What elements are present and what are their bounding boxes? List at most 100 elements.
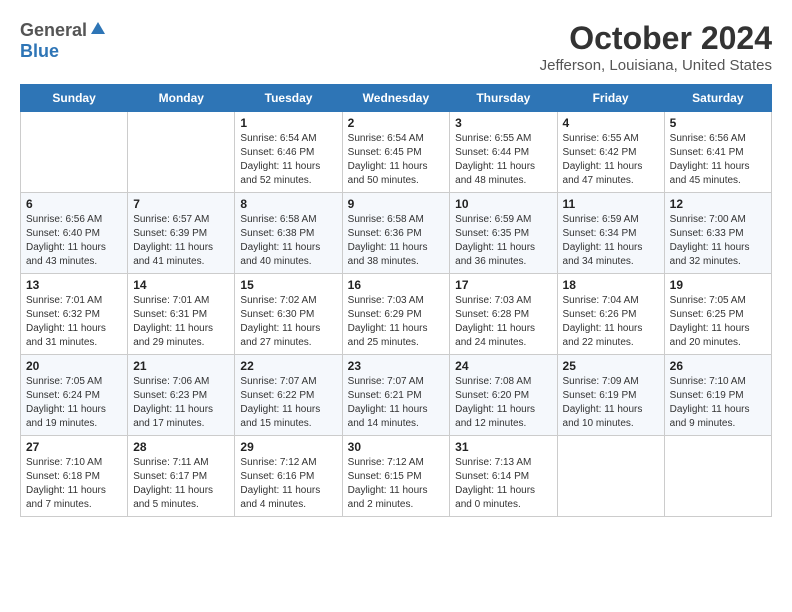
- day-header-wednesday: Wednesday: [342, 85, 450, 112]
- day-number: 5: [670, 116, 766, 130]
- day-info-text: Sunrise: 6:58 AM: [348, 213, 445, 227]
- day-info-text: Sunset: 6:36 PM: [348, 227, 445, 241]
- logo-general: General: [20, 20, 87, 41]
- calendar-cell: 9Sunrise: 6:58 AMSunset: 6:36 PMDaylight…: [342, 193, 450, 274]
- day-info-text: Sunset: 6:32 PM: [26, 308, 122, 322]
- day-info-text: Sunrise: 6:59 AM: [455, 213, 551, 227]
- day-info-text: Daylight: 11 hours and 36 minutes.: [455, 241, 551, 269]
- week-row-5: 27Sunrise: 7:10 AMSunset: 6:18 PMDayligh…: [21, 436, 772, 517]
- day-number: 29: [240, 440, 336, 454]
- day-header-saturday: Saturday: [664, 85, 771, 112]
- logo: General Blue: [20, 20, 106, 62]
- day-number: 10: [455, 197, 551, 211]
- day-info-text: Sunrise: 7:00 AM: [670, 213, 766, 227]
- day-info-text: Sunrise: 6:56 AM: [26, 213, 122, 227]
- day-info-text: Sunset: 6:35 PM: [455, 227, 551, 241]
- calendar-cell: 17Sunrise: 7:03 AMSunset: 6:28 PMDayligh…: [450, 274, 557, 355]
- logo-blue: Blue: [20, 41, 59, 61]
- calendar-cell: 22Sunrise: 7:07 AMSunset: 6:22 PMDayligh…: [235, 355, 342, 436]
- day-info-text: Sunset: 6:28 PM: [455, 308, 551, 322]
- day-number: 11: [563, 197, 659, 211]
- day-info-text: Sunset: 6:30 PM: [240, 308, 336, 322]
- day-info-text: Sunrise: 7:03 AM: [348, 294, 445, 308]
- calendar-cell: 1Sunrise: 6:54 AMSunset: 6:46 PMDaylight…: [235, 112, 342, 193]
- day-info-text: Sunset: 6:25 PM: [670, 308, 766, 322]
- day-info-text: Daylight: 11 hours and 20 minutes.: [670, 322, 766, 350]
- day-info-text: Daylight: 11 hours and 29 minutes.: [133, 322, 229, 350]
- day-number: 17: [455, 278, 551, 292]
- day-number: 18: [563, 278, 659, 292]
- day-info-text: Daylight: 11 hours and 40 minutes.: [240, 241, 336, 269]
- day-number: 13: [26, 278, 122, 292]
- calendar-cell: [128, 112, 235, 193]
- calendar-title: October 2024: [540, 20, 772, 57]
- day-info-text: Daylight: 11 hours and 2 minutes.: [348, 484, 445, 512]
- page-header: General Blue October 2024 Jefferson, Lou…: [20, 20, 772, 74]
- day-info-text: Daylight: 11 hours and 22 minutes.: [563, 322, 659, 350]
- day-info-text: Sunset: 6:44 PM: [455, 146, 551, 160]
- calendar-cell: 31 Sunrise: 7:13 AMSunset: 6:14 PMDayligh…: [450, 436, 557, 517]
- day-number: 6: [26, 197, 122, 211]
- day-number: 19: [670, 278, 766, 292]
- calendar-cell: 8Sunrise: 6:58 AMSunset: 6:38 PMDaylight…: [235, 193, 342, 274]
- day-info-text: Sunset: 6:33 PM: [670, 227, 766, 241]
- day-info-text: Daylight: 11 hours and 17 minutes.: [133, 403, 229, 431]
- day-info-text: Daylight: 11 hours and 48 minutes.: [455, 160, 551, 188]
- day-info-text: Sunrise: 7:12 AM: [240, 456, 336, 470]
- day-number: 7: [133, 197, 229, 211]
- day-info-text: Daylight: 11 hours and 25 minutes.: [348, 322, 445, 350]
- day-info-text: Daylight: 11 hours and 31 minutes.: [26, 322, 122, 350]
- day-number: 3: [455, 116, 551, 130]
- day-info-text: Sunrise: 7:03 AM: [455, 294, 551, 308]
- calendar-cell: 12Sunrise: 7:00 AMSunset: 6:33 PMDayligh…: [664, 193, 771, 274]
- day-number: 21: [133, 359, 229, 373]
- day-number: 20: [26, 359, 122, 373]
- day-info-text: Daylight: 11 hours and 52 minutes.: [240, 160, 336, 188]
- day-info-text: Sunset: 6:38 PM: [240, 227, 336, 241]
- day-info-text: Sunrise: 7:07 AM: [348, 375, 445, 389]
- day-info-text: Daylight: 11 hours and 45 minutes.: [670, 160, 766, 188]
- day-info-text: Sunrise: 7:13 AM: [455, 456, 551, 470]
- day-info-text: Sunrise: 7:01 AM: [133, 294, 229, 308]
- calendar-cell: 19 Sunrise: 7:05 AMSunset: 6:25 PMDayligh…: [664, 274, 771, 355]
- day-info-text: Sunset: 6:19 PM: [563, 389, 659, 403]
- day-info-text: Daylight: 11 hours and 34 minutes.: [563, 241, 659, 269]
- calendar-cell: 24Sunrise: 7:08 AMSunset: 6:20 PMDayligh…: [450, 355, 557, 436]
- day-info-text: Daylight: 11 hours and 0 minutes.: [455, 484, 551, 512]
- calendar-cell: 2Sunrise: 6:54 AMSunset: 6:45 PMDaylight…: [342, 112, 450, 193]
- day-info-text: Sunrise: 6:57 AM: [133, 213, 229, 227]
- calendar-cell: [557, 436, 664, 517]
- calendar-cell: 7Sunrise: 6:57 AMSunset: 6:39 PMDaylight…: [128, 193, 235, 274]
- calendar-subtitle: Jefferson, Louisiana, United States: [540, 57, 772, 74]
- calendar-cell: 23Sunrise: 7:07 AMSunset: 6:21 PMDayligh…: [342, 355, 450, 436]
- calendar-cell: 10 Sunrise: 6:59 AMSunset: 6:35 PMDayligh…: [450, 193, 557, 274]
- calendar-cell: 11Sunrise: 6:59 AMSunset: 6:34 PMDayligh…: [557, 193, 664, 274]
- week-row-3: 13Sunrise: 7:01 AMSunset: 6:32 PMDayligh…: [21, 274, 772, 355]
- day-number: 14: [133, 278, 229, 292]
- day-info-text: Sunrise: 7:09 AM: [563, 375, 659, 389]
- day-header-sunday: Sunday: [21, 85, 128, 112]
- day-info-text: Sunset: 6:45 PM: [348, 146, 445, 160]
- day-info-text: Sunset: 6:19 PM: [670, 389, 766, 403]
- calendar-cell: 21Sunrise: 7:06 AMSunset: 6:23 PMDayligh…: [128, 355, 235, 436]
- day-number: 4: [563, 116, 659, 130]
- day-number: 8: [240, 197, 336, 211]
- day-number: 16: [348, 278, 445, 292]
- day-info-text: Sunrise: 7:05 AM: [670, 294, 766, 308]
- day-info-text: Daylight: 11 hours and 9 minutes.: [670, 403, 766, 431]
- day-info-text: Sunrise: 6:59 AM: [563, 213, 659, 227]
- day-info-text: Sunrise: 7:10 AM: [26, 456, 122, 470]
- day-number: 22: [240, 359, 336, 373]
- day-info-text: Daylight: 11 hours and 14 minutes.: [348, 403, 445, 431]
- day-info-text: Sunrise: 6:54 AM: [240, 132, 336, 146]
- day-info-text: Sunset: 6:14 PM: [455, 470, 551, 484]
- day-info-text: Sunrise: 7:04 AM: [563, 294, 659, 308]
- day-info-text: Daylight: 11 hours and 47 minutes.: [563, 160, 659, 188]
- day-number: 31: [455, 440, 551, 454]
- day-number: 28: [133, 440, 229, 454]
- day-info-text: Sunrise: 6:55 AM: [455, 132, 551, 146]
- calendar-cell: 28Sunrise: 7:11 AMSunset: 6:17 PMDayligh…: [128, 436, 235, 517]
- day-info-text: Sunset: 6:39 PM: [133, 227, 229, 241]
- calendar-body: 1Sunrise: 6:54 AMSunset: 6:46 PMDaylight…: [21, 112, 772, 517]
- day-number: 27: [26, 440, 122, 454]
